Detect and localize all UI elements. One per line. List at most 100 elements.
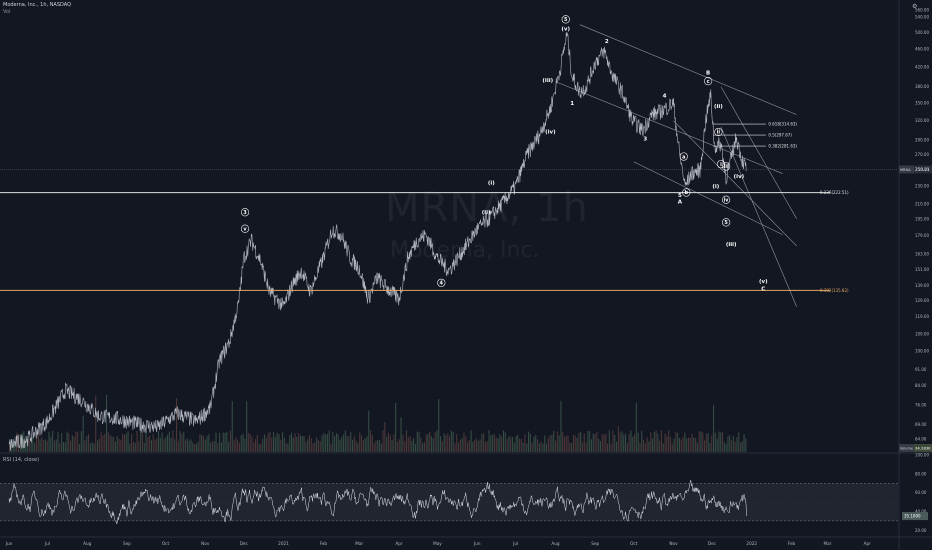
wave-label: (i)	[712, 184, 719, 190]
current-price-badge-text: MRNA	[900, 168, 911, 172]
volume-bar	[44, 439, 46, 452]
volume-bar	[104, 433, 106, 452]
price-chart[interactable]: 0.236(222.51) 0.382(135.82) 0.618(314.63) 0…	[0, 0, 932, 550]
volume-bar	[695, 437, 697, 452]
volume-bar	[479, 439, 481, 452]
volume-bar	[132, 442, 134, 452]
volume-bar	[445, 435, 447, 452]
volume-bar	[384, 422, 386, 452]
volume-bar	[211, 440, 213, 452]
time-axis-tick: Aug	[83, 541, 92, 546]
wave-label: a	[682, 154, 685, 160]
volume-bar	[542, 443, 544, 452]
volume-bar	[612, 430, 614, 452]
volume-bar	[443, 433, 445, 452]
volume-bar	[644, 443, 646, 452]
volume-bar	[488, 430, 490, 452]
volume-bar	[382, 430, 384, 452]
volume-bar	[520, 438, 522, 452]
volume-bar	[427, 434, 429, 452]
volume-bar	[226, 432, 228, 452]
volume-bar	[635, 402, 637, 452]
volume-bar	[353, 436, 355, 452]
volume-bar	[141, 433, 143, 452]
volume-bar	[549, 435, 551, 452]
volume-bar	[689, 437, 691, 452]
time-axis-tick: Apr	[864, 541, 872, 546]
volume-bar	[470, 430, 472, 452]
volume-bar	[316, 437, 318, 452]
volume-bar	[314, 442, 316, 452]
volume-bar	[208, 434, 210, 452]
volume-bar	[581, 442, 583, 452]
volume-bar	[375, 440, 377, 452]
volume-bar	[732, 435, 734, 452]
volume-bar	[118, 438, 120, 452]
volume-bar	[565, 435, 567, 452]
time-axis-tick: 2022	[746, 541, 757, 546]
volume-bar	[628, 433, 630, 452]
volume-bar	[490, 435, 492, 452]
volume-bar	[75, 431, 77, 452]
price-axis-tick: 500.00	[915, 30, 929, 35]
volume-bar	[308, 435, 310, 452]
volume-bar	[625, 433, 627, 452]
volume-bar	[475, 438, 477, 452]
volume-bar	[440, 436, 442, 452]
volume-bar	[122, 433, 124, 452]
volume-bar	[743, 434, 745, 452]
volume-bar	[538, 443, 540, 452]
volume-bar	[34, 443, 36, 452]
volume-bar	[659, 440, 661, 452]
volume-bar	[246, 401, 248, 452]
price-axis-tick: 270.00	[915, 152, 929, 157]
volume-bar	[513, 442, 515, 452]
volume-bar	[359, 432, 361, 452]
volume-bar	[738, 432, 740, 452]
volume-bar	[619, 432, 621, 452]
volume-bar	[402, 434, 404, 452]
volume-bar	[52, 430, 54, 452]
volume-bar	[477, 440, 479, 452]
time-axis-tick: Mar	[355, 541, 363, 546]
volume-bar	[467, 442, 469, 452]
volume-bar	[222, 432, 224, 452]
volume-bar	[387, 432, 389, 452]
volume-bar	[229, 430, 231, 452]
rsi-axis-tick: 60.00	[915, 490, 927, 495]
volume-bar	[109, 435, 111, 452]
price-axis-tick: 195.00	[915, 216, 929, 221]
volume-bar	[483, 433, 485, 452]
volume-bar	[662, 443, 664, 452]
volume-bar	[120, 439, 122, 452]
volume-bar	[197, 441, 199, 452]
volume-bar	[596, 431, 598, 452]
volume-bar	[621, 431, 623, 452]
volume-bar	[705, 433, 707, 452]
volume-bar	[702, 432, 704, 452]
volume-bar	[607, 443, 609, 452]
volume-bar	[271, 437, 273, 452]
volume-bar	[73, 437, 75, 452]
price-axis-tick: 76.00	[915, 403, 927, 408]
volume-bar	[709, 443, 711, 452]
volume-bar	[220, 442, 222, 452]
volume-bar	[373, 443, 375, 452]
volume-bar	[150, 440, 152, 452]
volume-bar	[540, 441, 542, 452]
volume-bar	[447, 433, 449, 452]
wave-label: 1	[570, 101, 574, 107]
volume-bar	[149, 435, 151, 452]
wave-label: 5	[564, 17, 568, 23]
volume-bar	[495, 437, 497, 452]
volume-bar	[370, 430, 372, 452]
volume-bar	[393, 434, 395, 452]
volume-bar	[107, 431, 109, 452]
volume-bar	[696, 442, 698, 452]
time-axis-tick: 2021	[278, 541, 289, 546]
volume-bar	[533, 436, 535, 452]
volume-bar	[28, 439, 30, 452]
volume-bar	[116, 436, 118, 452]
volume-bar	[472, 441, 474, 452]
wave-label: 5	[724, 220, 728, 226]
